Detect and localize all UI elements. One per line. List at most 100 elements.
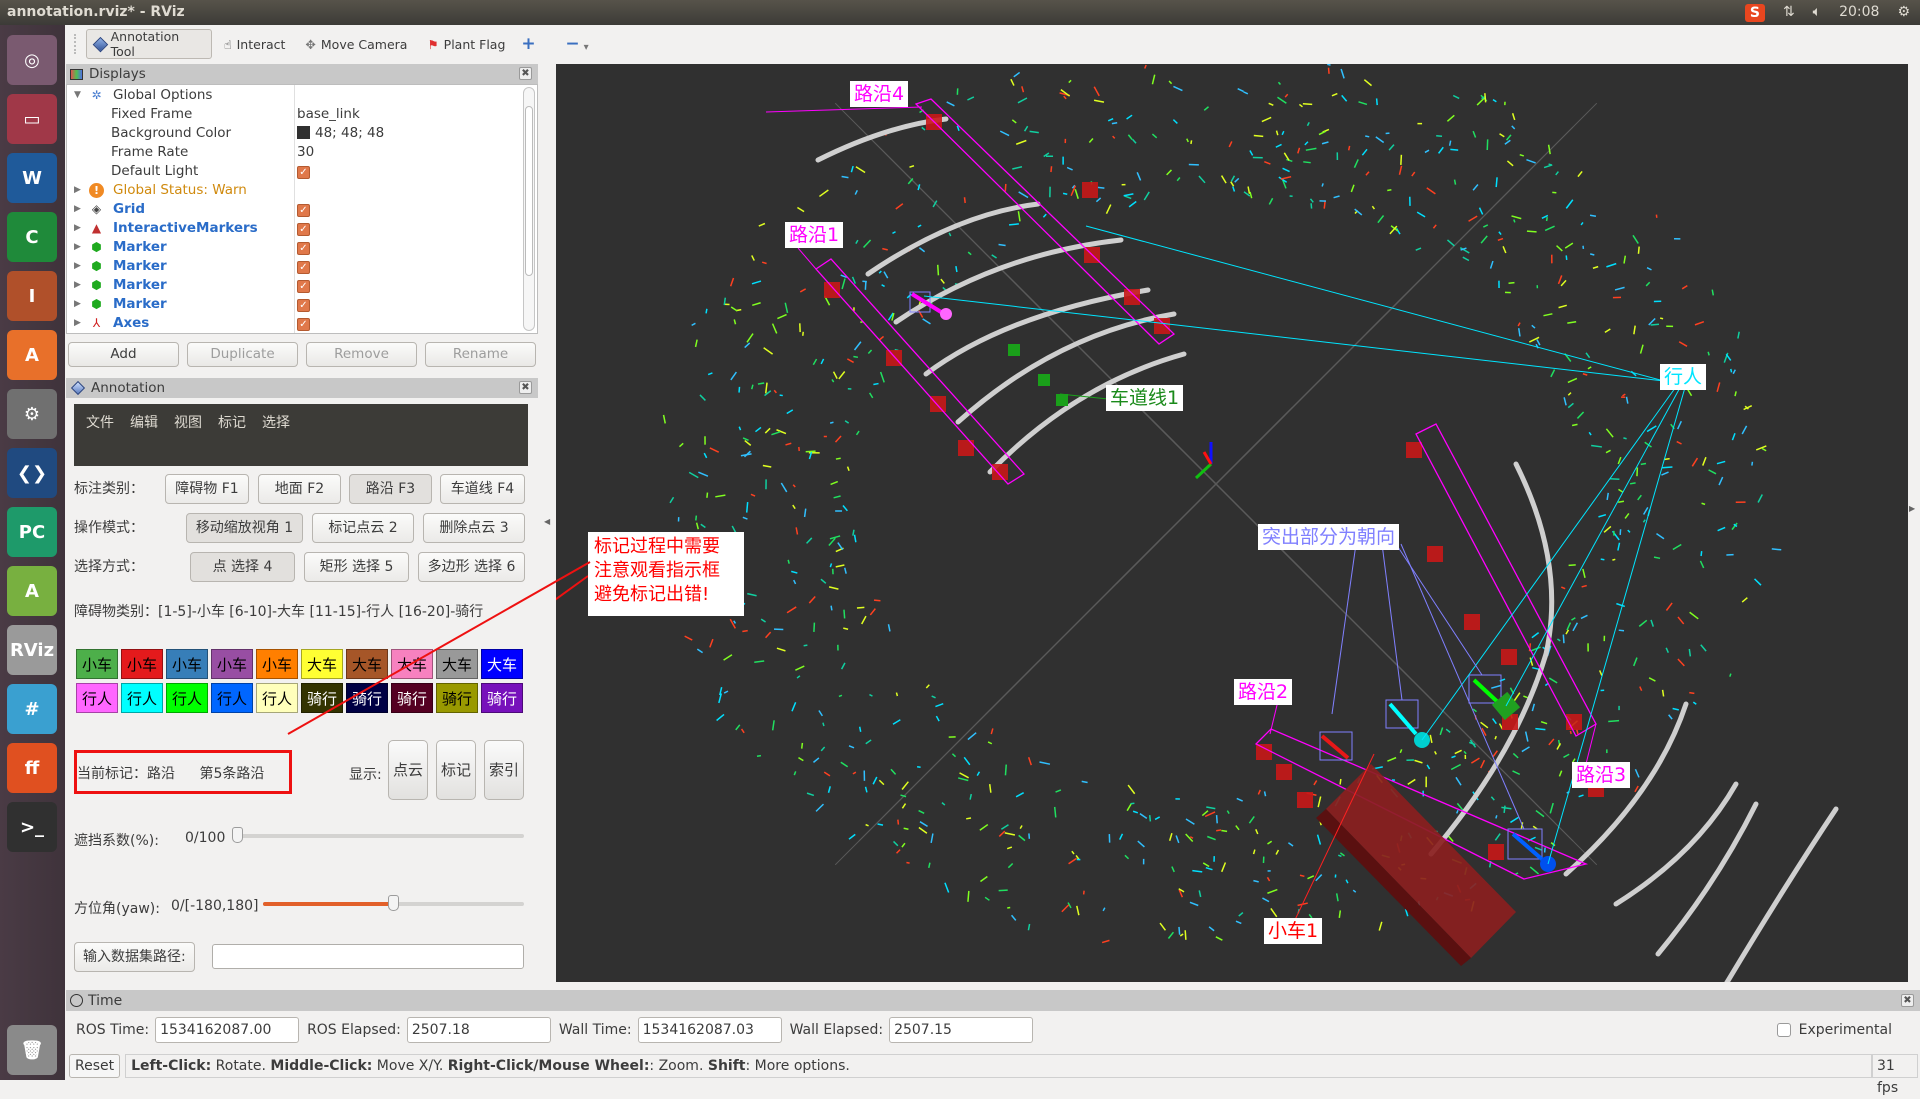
close-displays-icon[interactable]: ✖ [519, 67, 532, 80]
select-polygon-button[interactable]: 多边形 选择 6 [418, 552, 525, 582]
launcher-vscode-icon[interactable]: ❮❯ [7, 448, 57, 498]
tree-row-global-options[interactable]: ▼ ✲ Global Options [67, 86, 537, 105]
class-button-4[interactable]: 小车 [211, 649, 253, 679]
launcher-mono-develop-icon[interactable]: # [7, 684, 57, 734]
launcher-libreoffice-calc-icon[interactable]: C [7, 212, 57, 262]
expand-right-icon[interactable]: ▶ [1909, 504, 1915, 513]
marker-checkbox[interactable]: ✓ [297, 242, 310, 255]
toolbar-grip[interactable] [74, 34, 78, 54]
collapsed-arrow-icon[interactable]: ▶ [74, 238, 81, 257]
launcher-software-center-icon[interactable]: A [7, 330, 57, 380]
collapsed-arrow-icon[interactable]: ▶ [74, 314, 81, 333]
close-time-icon[interactable]: ✖ [1901, 994, 1914, 1007]
launcher-libreoffice-impress-icon[interactable]: I [7, 271, 57, 321]
class-button-2[interactable]: 小车 [121, 649, 163, 679]
axes-checkbox[interactable]: ✓ [297, 318, 310, 331]
class-button-8[interactable]: 大车 [391, 649, 433, 679]
grid-checkbox[interactable]: ✓ [297, 204, 310, 217]
marker-checkbox[interactable]: ✓ [297, 280, 310, 293]
3d-viewport[interactable]: 路沿4 路沿1 车道线1 行人 突出部分为朝向 路沿2 路沿3 小车1 标记过程… [556, 64, 1908, 982]
rename-display-button[interactable]: Rename [425, 342, 536, 367]
select-point-button[interactable]: 点 选择 4 [190, 552, 295, 582]
select-rect-button[interactable]: 矩形 选择 5 [304, 552, 409, 582]
show-marks-button[interactable]: 标记 [436, 740, 476, 800]
collapsed-arrow-icon[interactable]: ▶ [74, 219, 81, 238]
input-method-icon[interactable]: S [1745, 4, 1765, 22]
menu-mark[interactable]: 标记 [218, 412, 246, 432]
add-tool-button[interactable]: + [521, 34, 551, 54]
experimental-toggle[interactable]: Experimental [1777, 1022, 1892, 1038]
category-curb-button[interactable]: 路沿 F3 [349, 474, 432, 504]
fixed-frame-value[interactable]: base_link [297, 105, 360, 124]
wall-time-field[interactable]: 1534162087.03 [638, 1017, 782, 1043]
class-button-1[interactable]: 小车 [76, 649, 118, 679]
duplicate-display-button[interactable]: Duplicate [187, 342, 298, 367]
occlusion-slider[interactable] [234, 834, 524, 838]
tree-row-fixed-frame[interactable]: Fixed Frame base_link [67, 105, 537, 124]
dataset-path-button[interactable]: 输入数据集路径: [74, 942, 195, 972]
dock-splitter[interactable]: ◀ [540, 64, 554, 982]
frame-rate-value[interactable]: 30 [297, 143, 314, 162]
collapsed-arrow-icon[interactable]: ▶ [74, 276, 81, 295]
tool-move-camera[interactable]: ✥ Move Camera [297, 29, 415, 59]
class-button-15[interactable]: 行人 [256, 683, 298, 713]
tool-dropdown-icon[interactable]: ▾ [584, 42, 589, 53]
add-display-button[interactable]: Add [68, 342, 179, 367]
class-button-16[interactable]: 骑行 [301, 683, 343, 713]
marker-checkbox[interactable]: ✓ [297, 299, 310, 312]
collapsed-arrow-icon[interactable]: ▶ [74, 200, 81, 219]
launcher-files-icon[interactable]: ▭ [7, 94, 57, 144]
tree-row-marker[interactable]: ▶ ⬢ Marker ✓ [67, 276, 537, 295]
mode-move-zoom-button[interactable]: 移动缩放视角 1 [186, 513, 303, 543]
reset-button[interactable]: Reset [69, 1054, 120, 1078]
occlusion-slider-handle[interactable] [232, 827, 243, 843]
collapsed-arrow-icon[interactable]: ▶ [74, 295, 81, 314]
default-light-checkbox[interactable]: ✓ [297, 166, 310, 179]
yaw-slider-handle[interactable] [388, 895, 399, 911]
collapsed-arrow-icon[interactable]: ▶ [74, 181, 81, 200]
class-button-12[interactable]: 行人 [121, 683, 163, 713]
class-button-5[interactable]: 小车 [256, 649, 298, 679]
ros-elapsed-field[interactable]: 2507.18 [407, 1017, 551, 1043]
tool-plant-flag[interactable]: ⚑ Plant Flag [419, 29, 513, 59]
power-gear-icon[interactable]: ⚙ [1897, 0, 1910, 25]
displays-scrollbar[interactable] [523, 87, 535, 331]
close-annotation-icon[interactable]: ✖ [519, 381, 532, 394]
class-button-7[interactable]: 大车 [346, 649, 388, 679]
mode-delete-points-button[interactable]: 删除点云 3 [423, 513, 525, 543]
class-button-11[interactable]: 行人 [76, 683, 118, 713]
category-obstacle-button[interactable]: 障碍物 F1 [165, 474, 249, 504]
dataset-path-input[interactable] [212, 944, 524, 969]
class-button-17[interactable]: 骑行 [346, 683, 388, 713]
category-ground-button[interactable]: 地面 F2 [258, 474, 341, 504]
launcher-android-studio-icon[interactable]: A [7, 566, 57, 616]
category-laneline-button[interactable]: 车道线 F4 [440, 474, 525, 504]
ros-time-field[interactable]: 1534162087.00 [155, 1017, 299, 1043]
menu-edit[interactable]: 编辑 [130, 412, 158, 432]
tree-row-marker[interactable]: ▶ ⬢ Marker ✓ [67, 238, 537, 257]
clock[interactable]: 20:08 [1839, 0, 1879, 25]
launcher-firefox-icon[interactable]: ff [7, 743, 57, 793]
menu-view[interactable]: 视图 [174, 412, 202, 432]
volume-icon[interactable]: 🔈︎ [1813, 0, 1821, 25]
tree-row-interactive-markers[interactable]: ▶ ▲ InteractiveMarkers ✓ [67, 219, 537, 238]
class-button-19[interactable]: 骑行 [436, 683, 478, 713]
tool-interact[interactable]: ☝ Interact [216, 29, 293, 59]
tree-row-default-light[interactable]: Default Light ✓ [67, 162, 537, 181]
tool-annotation[interactable]: Annotation Tool [86, 29, 212, 59]
class-button-18[interactable]: 骑行 [391, 683, 433, 713]
menu-file[interactable]: 文件 [86, 412, 114, 432]
class-button-14[interactable]: 行人 [211, 683, 253, 713]
class-button-13[interactable]: 行人 [166, 683, 208, 713]
tree-row-marker[interactable]: ▶ ⬢ Marker ✓ [67, 257, 537, 276]
scrollbar-thumb[interactable] [525, 106, 533, 276]
tree-row-background-color[interactable]: Background Color 48; 48; 48 [67, 124, 537, 143]
show-pointcloud-button[interactable]: 点云 [388, 740, 428, 800]
tree-row-global-status[interactable]: ▶ ! Global Status: Warn [67, 181, 537, 200]
tree-row-grid[interactable]: ▶ ◈ Grid ✓ [67, 200, 537, 219]
class-button-3[interactable]: 小车 [166, 649, 208, 679]
wall-elapsed-field[interactable]: 2507.15 [889, 1017, 1033, 1043]
launcher-libreoffice-writer-icon[interactable]: W [7, 153, 57, 203]
mode-mark-points-button[interactable]: 标记点云 2 [312, 513, 414, 543]
collapsed-arrow-icon[interactable]: ▶ [74, 257, 81, 276]
